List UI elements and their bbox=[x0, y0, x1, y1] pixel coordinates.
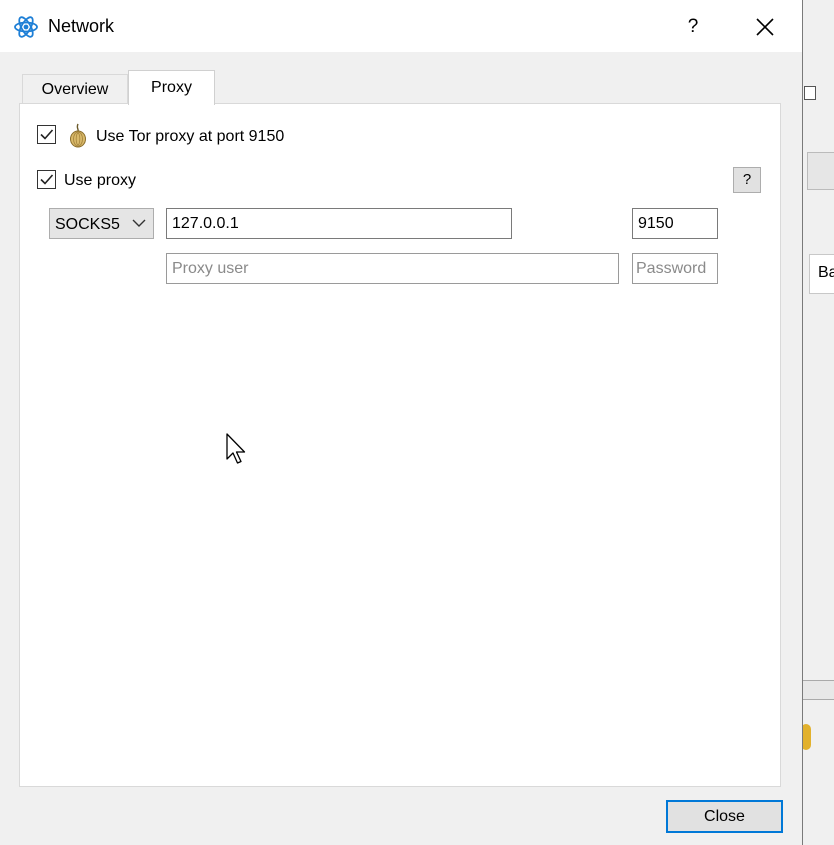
close-button[interactable]: Close bbox=[666, 800, 783, 833]
checkmark-icon bbox=[40, 129, 54, 140]
chevron-down-icon bbox=[132, 219, 146, 227]
background-checkbox bbox=[804, 86, 816, 100]
use-proxy-checkbox[interactable] bbox=[37, 170, 56, 189]
proxy-type-value: SOCKS5 bbox=[55, 216, 120, 233]
close-icon bbox=[756, 18, 774, 36]
tab-overview[interactable]: Overview bbox=[22, 74, 128, 105]
use-tor-checkbox[interactable] bbox=[37, 125, 56, 144]
use-tor-label: Use Tor proxy at port 9150 bbox=[96, 128, 285, 145]
title-close-button[interactable] bbox=[740, 8, 790, 46]
proxy-host-input[interactable] bbox=[166, 208, 512, 239]
background-tab-label: Ba bbox=[818, 264, 834, 281]
background-window: Ba bbox=[800, 0, 834, 845]
proxy-help-button[interactable]: ? bbox=[733, 167, 761, 193]
proxy-password-input[interactable] bbox=[632, 253, 718, 284]
atom-icon bbox=[13, 14, 39, 40]
onion-icon bbox=[68, 122, 88, 148]
window-title: Network bbox=[48, 16, 115, 36]
title-help-button[interactable]: ? bbox=[668, 8, 718, 46]
tab-proxy[interactable]: Proxy bbox=[128, 70, 215, 105]
proxy-user-input[interactable] bbox=[166, 253, 619, 284]
background-divider bbox=[801, 680, 834, 700]
proxy-tab-panel bbox=[19, 103, 781, 787]
title-bar: Network ? bbox=[0, 0, 802, 52]
use-proxy-label: Use proxy bbox=[64, 172, 137, 189]
network-dialog: Network ? Overview Proxy Use Tor proxy a… bbox=[0, 0, 803, 845]
proxy-type-select[interactable]: SOCKS5 bbox=[49, 208, 154, 239]
background-field bbox=[807, 152, 834, 190]
background-tab: Ba bbox=[809, 254, 834, 294]
mouse-cursor-icon bbox=[226, 433, 248, 467]
proxy-port-input[interactable] bbox=[632, 208, 718, 239]
checkmark-icon bbox=[40, 174, 54, 185]
